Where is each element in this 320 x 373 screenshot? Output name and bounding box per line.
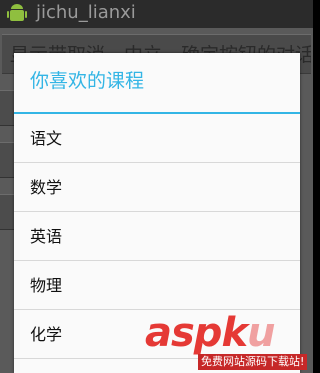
background-button-4[interactable]	[0, 194, 14, 230]
list-item[interactable]: 英语	[14, 212, 300, 261]
watermark-logo: aspku	[145, 310, 276, 356]
watermark-tagline: 免费网站源码下载站!	[198, 354, 308, 370]
app-title: jichu_lianxi	[36, 2, 136, 23]
list-item[interactable]: 数学	[14, 163, 300, 212]
android-icon	[7, 4, 27, 21]
dialog-title: 你喜欢的课程	[30, 70, 145, 92]
app-title-bar: jichu_lianxi	[0, 0, 313, 28]
list-item[interactable]: 物理	[14, 261, 300, 310]
list-item[interactable]: 语文	[14, 114, 300, 163]
background-button-3[interactable]	[0, 142, 14, 178]
background-button-2[interactable]	[0, 90, 14, 126]
